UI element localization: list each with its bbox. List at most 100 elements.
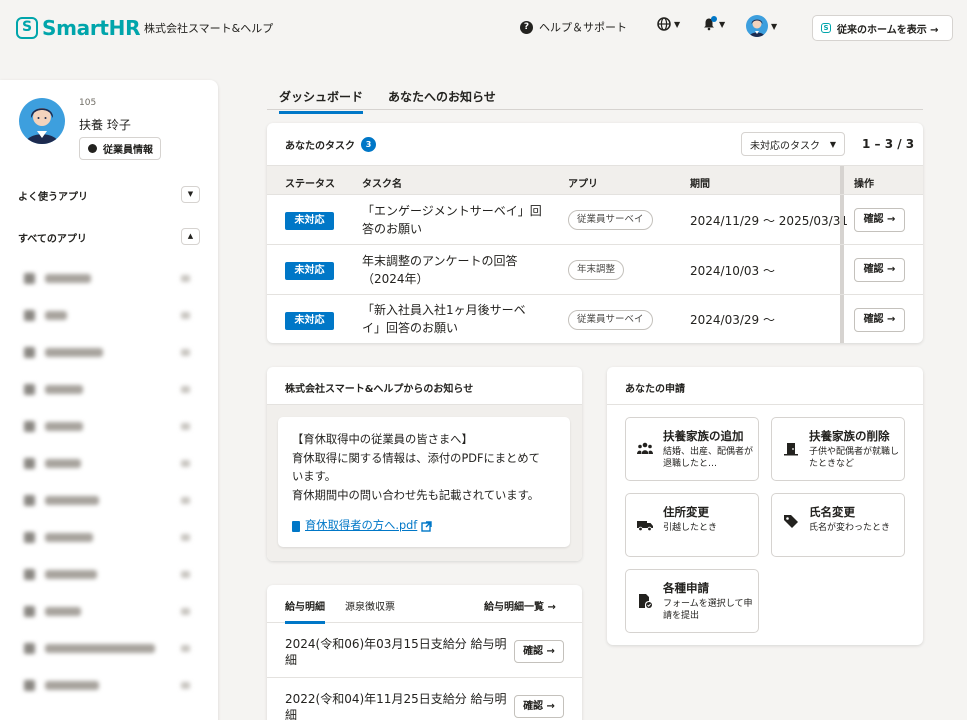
confirm-button[interactable]: 確認 → [514, 640, 564, 663]
old-home-label: 従来のホームを表示 → [837, 24, 939, 36]
column-header: 期間 [690, 179, 710, 190]
confirm-button[interactable]: 確認 → [854, 258, 905, 282]
app-list-item[interactable] [24, 519, 196, 556]
avatar [746, 15, 768, 37]
status-badge: 未対応 [285, 312, 334, 330]
apply-name-change[interactable]: 氏名変更 氏名が変わったとき [771, 493, 905, 557]
apply-other-forms[interactable]: 各種申請 フォームを選択して申請を提出 [625, 569, 759, 633]
tab-notifications[interactable]: あなたへのお知らせ [388, 88, 496, 105]
people-icon [637, 442, 653, 456]
task-filter-select[interactable]: 未対応のタスク ▼ [741, 132, 845, 156]
confirm-button[interactable]: 確認 → [854, 308, 905, 332]
globe-icon [657, 17, 671, 31]
app-tag: 年末調整 [568, 260, 625, 280]
task-name[interactable]: 年末調整のアンケートの回答 （2024年） [362, 252, 518, 288]
confirm-button[interactable]: 確認 → [854, 208, 905, 232]
payslip-title: 2022(令和04)年11月25日支給分 給与明細 [285, 692, 507, 720]
help-support-link[interactable]: ? ヘルプ＆サポート [520, 19, 627, 35]
list-item: 2022(令和04)年11月25日支給分 給与明細 確認 → [267, 678, 582, 720]
notification-dot [711, 16, 717, 22]
employee-info-button[interactable]: 従業員情報 [79, 137, 161, 160]
notification-menu[interactable]: ▼ [702, 16, 726, 31]
apply-tile-desc: フォームを選択して申請を提出 [663, 599, 753, 621]
tab-payslip[interactable]: 給与明細 [285, 598, 325, 624]
frequent-apps-label: よく使うアプリ [18, 192, 88, 203]
language-menu[interactable]: ▼ [657, 17, 680, 31]
tab-withholding-slip[interactable]: 源泉徴収票 [345, 598, 395, 613]
chevron-down-icon: ▼ [719, 19, 726, 29]
task-pager: 1 – 3 / 3 [862, 137, 915, 151]
status-badge: 未対応 [285, 262, 334, 280]
column-header: ステータス [285, 179, 335, 190]
smarthr-mini-icon: S [821, 23, 831, 33]
task-name-line: 年末調整のアンケートの回答 [362, 254, 518, 268]
task-title-label: あなたのタスク [285, 141, 355, 152]
table-row: 未対応 年末調整のアンケートの回答 （2024年） 年末調整 2024/10/0… [267, 245, 923, 295]
app-list-item[interactable] [24, 556, 196, 593]
payslip-tabs: 給与明細 源泉徴収票 給与明細一覧 → [267, 585, 582, 624]
chevron-down-icon: ▼ [674, 19, 681, 29]
apply-tile-desc: 引越したとき [663, 523, 718, 533]
task-name-line: イ」回答のお願い [362, 321, 459, 335]
external-link-icon [421, 521, 432, 532]
list-item: 2024(令和06)年03月15日支給分 給与明細 確認 → [267, 623, 582, 678]
logo-mark: S [16, 17, 38, 39]
table-row: 未対応 「エンゲージメントサーベイ」回 答のお願い 従業員サーベイ 2024/1… [267, 195, 923, 245]
task-name-line: 「新入社員入社1ヶ月後サーベ [362, 303, 526, 317]
news-text: 育休期間中の問い合わせ先も記載されています。 [292, 488, 540, 502]
frequent-apps-toggle[interactable]: ▼ [181, 186, 200, 203]
app-list-item[interactable] [24, 593, 196, 630]
task-count-badge: 3 [361, 137, 376, 152]
apply-tile-title: 各種申請 [663, 581, 709, 595]
employee-info-label: 従業員情報 [103, 145, 153, 156]
sidebar: 105 扶養 玲子 従業員情報 よく使うアプリ ▼ すべてのアプリ ▲ [0, 80, 218, 720]
app-list-item[interactable] [24, 334, 196, 371]
truck-icon [637, 518, 653, 532]
app-list-item[interactable] [24, 371, 196, 408]
chevron-down-icon: ▼ [187, 190, 194, 198]
app-list-item[interactable] [24, 260, 196, 297]
news-text: 育休取得に関する情報は、添付のPDFにまとめて [292, 451, 540, 465]
table-row: 未対応 「新入社員入社1ヶ月後サーベ イ」回答のお願い 従業員サーベイ 2024… [267, 295, 923, 343]
app-list-item[interactable] [24, 445, 196, 482]
logo-text: SmartHR [42, 16, 141, 40]
smarthr-logo[interactable]: S SmartHR [16, 16, 141, 40]
pdf-attachment-link[interactable]: 育休取得者の方へ.pdf [292, 517, 570, 536]
chevron-down-icon: ▼ [771, 21, 778, 31]
pdf-link-label: 育休取得者の方へ.pdf [305, 519, 418, 532]
user-menu[interactable]: ▼ [746, 15, 777, 37]
employee-number: 105 [79, 98, 97, 108]
task-card: あなたのタスク 3 未対応のタスク ▼ 1 – 3 / 3 ステータス タスク名… [267, 123, 923, 343]
app-list-item[interactable] [24, 482, 196, 519]
task-table-header: ステータス タスク名 アプリ 期間 操作 [267, 165, 923, 195]
apply-address-change[interactable]: 住所変更 引越したとき [625, 493, 759, 557]
apply-remove-dependent[interactable]: 扶養家族の削除 子供や配偶者が就職したときなど [771, 417, 905, 481]
old-home-button[interactable]: S 従来のホームを表示 → [812, 15, 953, 41]
applications-title: あなたの申請 [607, 367, 923, 405]
apply-tile-title: 扶養家族の追加 [663, 429, 744, 443]
global-header: S SmartHR 株式会社スマート&ヘルプ ? ヘルプ＆サポート ▼ ▼ ▼ … [0, 0, 967, 56]
confirm-button[interactable]: 確認 → [514, 695, 564, 718]
news-heading: 【育休取得中の従業員の皆さまへ】 [292, 433, 473, 446]
avatar [19, 98, 65, 144]
app-list-item[interactable] [24, 667, 196, 704]
company-news-body: 【育休取得中の従業員の皆さまへ】 育休取得に関する情報は、添付のPDFにまとめて… [267, 405, 582, 561]
chevron-up-icon: ▲ [187, 232, 194, 240]
user-icon [88, 144, 97, 153]
all-apps-toggle[interactable]: ▲ [181, 228, 200, 245]
payslip-list-link[interactable]: 給与明細一覧 → [484, 598, 556, 613]
task-name-line: （2024年） [362, 272, 429, 286]
app-list-item[interactable] [24, 630, 196, 667]
app-list [24, 260, 196, 704]
employee-name: 扶養 玲子 [79, 118, 131, 132]
my-applications-card: あなたの申請 扶養家族の追加 結婚、出産、配偶者が退職したと… 扶養家族の削除 … [607, 367, 923, 645]
app-list-item[interactable] [24, 408, 196, 445]
task-name[interactable]: 「新入社員入社1ヶ月後サーベ イ」回答のお願い [362, 301, 526, 337]
task-filter-value: 未対応のタスク [750, 140, 820, 152]
apply-tile-desc: 氏名が変わったとき [809, 523, 891, 533]
company-news-card: 株式会社スマート&ヘルプからのお知らせ 【育休取得中の従業員の皆さまへ】 育休取… [267, 367, 582, 561]
apply-add-dependent[interactable]: 扶養家族の追加 結婚、出産、配偶者が退職したと… [625, 417, 759, 481]
app-list-item[interactable] [24, 297, 196, 334]
tab-dashboard[interactable]: ダッシュボード [279, 88, 364, 114]
task-name[interactable]: 「エンゲージメントサーベイ」回 答のお願い [362, 202, 542, 238]
